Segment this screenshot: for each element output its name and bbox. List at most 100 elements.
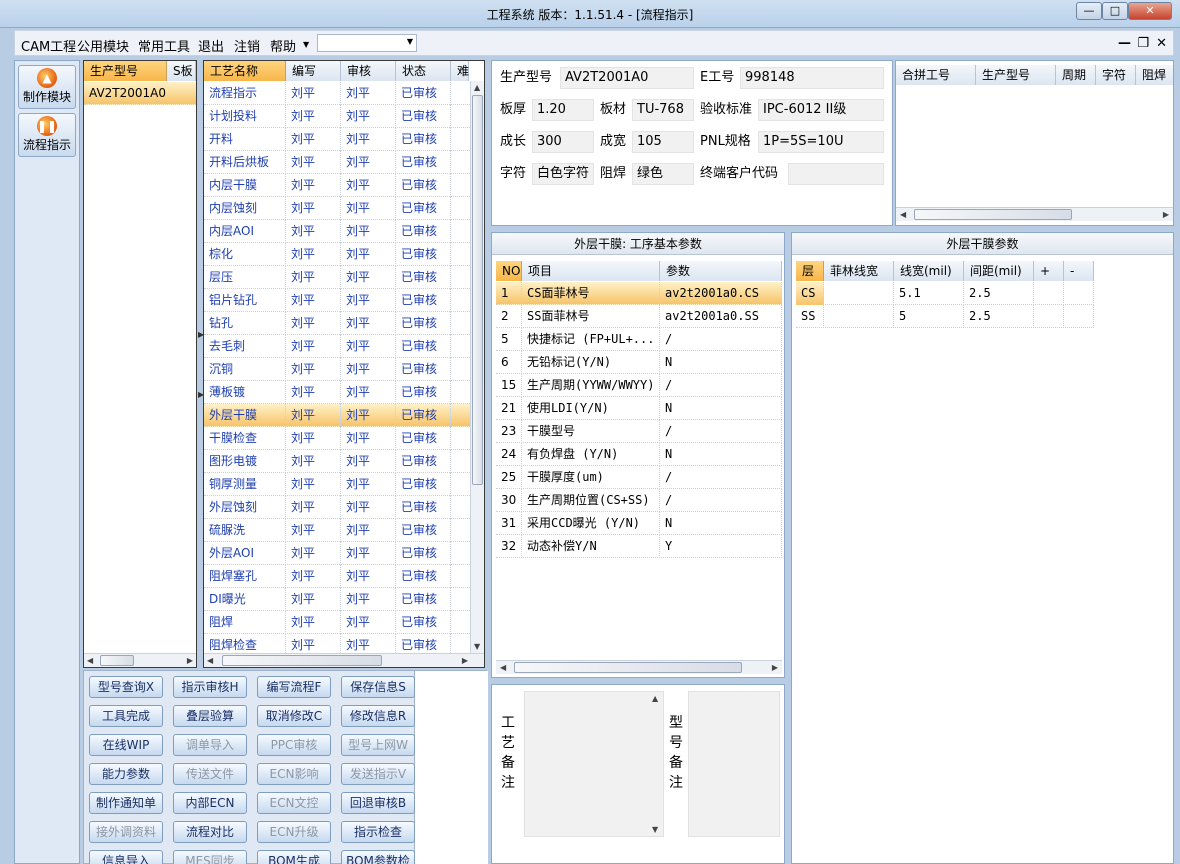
process-row[interactable]: 内层蚀刻 刘平 刘平 已审核 xyxy=(204,197,470,220)
process-row[interactable]: 干膜检查 刘平 刘平 已审核 xyxy=(204,427,470,450)
status-header[interactable]: 状态 xyxy=(396,61,451,81)
param-header[interactable]: 参数 xyxy=(660,261,782,281)
action-button[interactable]: 修改信息R xyxy=(341,705,415,727)
process-row[interactable]: 沉铜 刘平 刘平 已审核 xyxy=(204,358,470,381)
model-row[interactable]: AV2T2001A0 xyxy=(84,82,196,105)
combine-solder-header[interactable]: 阻焊 xyxy=(1136,65,1173,85)
nav-make-module[interactable]: ▲ 制作模块 xyxy=(18,65,76,109)
nav-process-flow[interactable]: ❚❚ 流程指示 xyxy=(18,113,76,157)
spacing-header[interactable]: 间距(mil) xyxy=(964,261,1034,281)
add-header[interactable]: + xyxy=(1034,261,1064,281)
mdi-minimize-icon[interactable]: — xyxy=(1118,36,1131,51)
model-remark-textarea[interactable] xyxy=(688,691,780,837)
menu-tools[interactable]: 常用工具 xyxy=(138,36,190,55)
process-row[interactable]: 内层AOI 刘平 刘平 已审核 xyxy=(204,220,470,243)
param-row[interactable]: 32 动态补偿Y/N Y xyxy=(496,535,782,558)
thickness-field[interactable]: 1.20 xyxy=(532,99,594,121)
action-button[interactable]: MES同步 xyxy=(173,850,247,864)
s-board-header[interactable]: S板 xyxy=(167,61,196,81)
process-row[interactable]: 薄板镀 刘平 刘平 已审核 xyxy=(204,381,470,404)
action-button[interactable]: 编写流程F xyxy=(257,676,331,698)
process-row[interactable]: 内层干膜 刘平 刘平 已审核 xyxy=(204,174,470,197)
action-button[interactable]: 信息导入 xyxy=(89,850,163,864)
writer-header[interactable]: 编写 xyxy=(286,61,341,81)
menu-help[interactable]: 帮助 xyxy=(270,36,296,55)
menu-cam[interactable]: CAM工程 xyxy=(21,36,76,55)
action-button[interactable]: 型号上网W xyxy=(341,734,415,756)
combine-char-header[interactable]: 字符 xyxy=(1096,65,1136,85)
close-icon[interactable]: ✕ xyxy=(1128,2,1172,20)
process-row[interactable]: 去毛刺 刘平 刘平 已审核 xyxy=(204,335,470,358)
difficulty-header[interactable]: 难 xyxy=(451,61,469,81)
param-row[interactable]: 23 干膜型号 / xyxy=(496,420,782,443)
process-row[interactable]: 阻焊 刘平 刘平 已审核 xyxy=(204,611,470,634)
combine-model-header[interactable]: 生产型号 xyxy=(976,65,1056,85)
model-field[interactable]: AV2T2001A0 xyxy=(560,67,694,89)
process-vscroll[interactable]: ▲ ▼ xyxy=(470,81,484,653)
combine-cycle-header[interactable]: 周期 xyxy=(1056,65,1096,85)
no-header[interactable]: NO xyxy=(496,261,522,281)
process-row[interactable]: 硫脲洗 刘平 刘平 已审核 xyxy=(204,519,470,542)
process-row[interactable]: 流程指示 刘平 刘平 已审核 xyxy=(204,82,470,105)
process-row[interactable]: 铝片钻孔 刘平 刘平 已审核 xyxy=(204,289,470,312)
action-button[interactable]: 工具完成 xyxy=(89,705,163,727)
action-button[interactable]: BOM参数检查 xyxy=(341,850,415,864)
process-row[interactable]: 铜厚测量 刘平 刘平 已审核 xyxy=(204,473,470,496)
param-row[interactable]: 30 生产周期位置(CS+SS) / xyxy=(496,489,782,512)
action-button[interactable]: 内部ECN xyxy=(173,792,247,814)
menu-exit[interactable]: 退出 xyxy=(198,36,224,55)
process-row[interactable]: 外层蚀刻 刘平 刘平 已审核 xyxy=(204,496,470,519)
char-field[interactable]: 白色字符 xyxy=(532,163,594,185)
action-button[interactable]: ECN影响 xyxy=(257,763,331,785)
action-button[interactable]: 调单导入 xyxy=(173,734,247,756)
film-width-header[interactable]: 菲林线宽 xyxy=(824,261,894,281)
process-row[interactable]: 外层AOI 刘平 刘平 已审核 xyxy=(204,542,470,565)
remove-header[interactable]: - xyxy=(1064,261,1094,281)
process-row[interactable]: 开料 刘平 刘平 已审核 xyxy=(204,128,470,151)
param-row[interactable]: 1 CS面菲林号 av2t2001a0.CS xyxy=(496,282,782,305)
combine-no-header[interactable]: 合拼工号 xyxy=(896,65,976,85)
mdi-restore-icon[interactable]: ❐ xyxy=(1137,36,1149,51)
param-row[interactable]: 21 使用LDI(Y/N) N xyxy=(496,397,782,420)
standard-field[interactable]: IPC-6012 II级 xyxy=(758,99,884,121)
process-row[interactable]: 外层干膜 刘平 刘平 已审核 xyxy=(204,404,470,427)
process-remark-textarea[interactable]: ▲ ▼ xyxy=(524,691,664,837)
film-row[interactable]: CS 5.1 2.5 xyxy=(796,282,1094,305)
action-button[interactable]: 接外调资料 xyxy=(89,821,163,843)
mdi-close-icon[interactable]: ✕ xyxy=(1156,36,1167,51)
action-button[interactable]: ECN升级 xyxy=(257,821,331,843)
material-field[interactable]: TU-768 xyxy=(632,99,694,121)
process-hscroll[interactable]: ◀ ▶ xyxy=(204,653,484,667)
process-row[interactable]: 开料后烘板 刘平 刘平 已审核 xyxy=(204,151,470,174)
pnl-field[interactable]: 1P=5S=10U xyxy=(758,131,884,153)
process-row[interactable]: 计划投料 刘平 刘平 已审核 xyxy=(204,105,470,128)
reviewer-header[interactable]: 审核 xyxy=(341,61,396,81)
maximize-icon[interactable]: □ xyxy=(1102,2,1128,20)
eno-field[interactable]: 998148 xyxy=(740,67,884,89)
action-button[interactable]: 取消修改C xyxy=(257,705,331,727)
param-row[interactable]: 2 SS面菲林号 av2t2001a0.SS xyxy=(496,305,782,328)
action-button[interactable]: 传送文件 xyxy=(173,763,247,785)
action-button[interactable]: 指示检查 xyxy=(341,821,415,843)
param-row[interactable]: 31 采用CCD曝光 (Y/N) N xyxy=(496,512,782,535)
process-name-header[interactable]: 工艺名称 xyxy=(204,61,286,81)
param-row[interactable]: 6 无铅标记(Y/N) N xyxy=(496,351,782,374)
process-row[interactable]: 钻孔 刘平 刘平 已审核 xyxy=(204,312,470,335)
menu-dropdown-icon[interactable]: ▼ xyxy=(303,40,309,49)
menu-logout[interactable]: 注销 xyxy=(234,36,260,55)
film-row[interactable]: SS 5 2.5 xyxy=(796,305,1094,328)
action-button[interactable]: 型号查询X xyxy=(89,676,163,698)
action-button[interactable]: 叠层验算 xyxy=(173,705,247,727)
param-row[interactable]: 5 快捷标记 (FP+UL+... / xyxy=(496,328,782,351)
model-header[interactable]: 生产型号 xyxy=(84,61,167,81)
process-row[interactable]: 棕化 刘平 刘平 已审核 xyxy=(204,243,470,266)
width-field[interactable]: 105 xyxy=(632,131,694,153)
menu-common[interactable]: 公用模块 xyxy=(77,36,129,55)
minimize-icon[interactable]: — xyxy=(1076,2,1102,20)
layer-header[interactable]: 层 xyxy=(796,261,824,281)
action-button[interactable]: 指示审核H xyxy=(173,676,247,698)
line-width-header[interactable]: 线宽(mil) xyxy=(894,261,964,281)
model-hscroll[interactable]: ◀ ▶ xyxy=(84,653,196,667)
action-button[interactable]: 发送指示V xyxy=(341,763,415,785)
process-row[interactable]: 层压 刘平 刘平 已审核 xyxy=(204,266,470,289)
